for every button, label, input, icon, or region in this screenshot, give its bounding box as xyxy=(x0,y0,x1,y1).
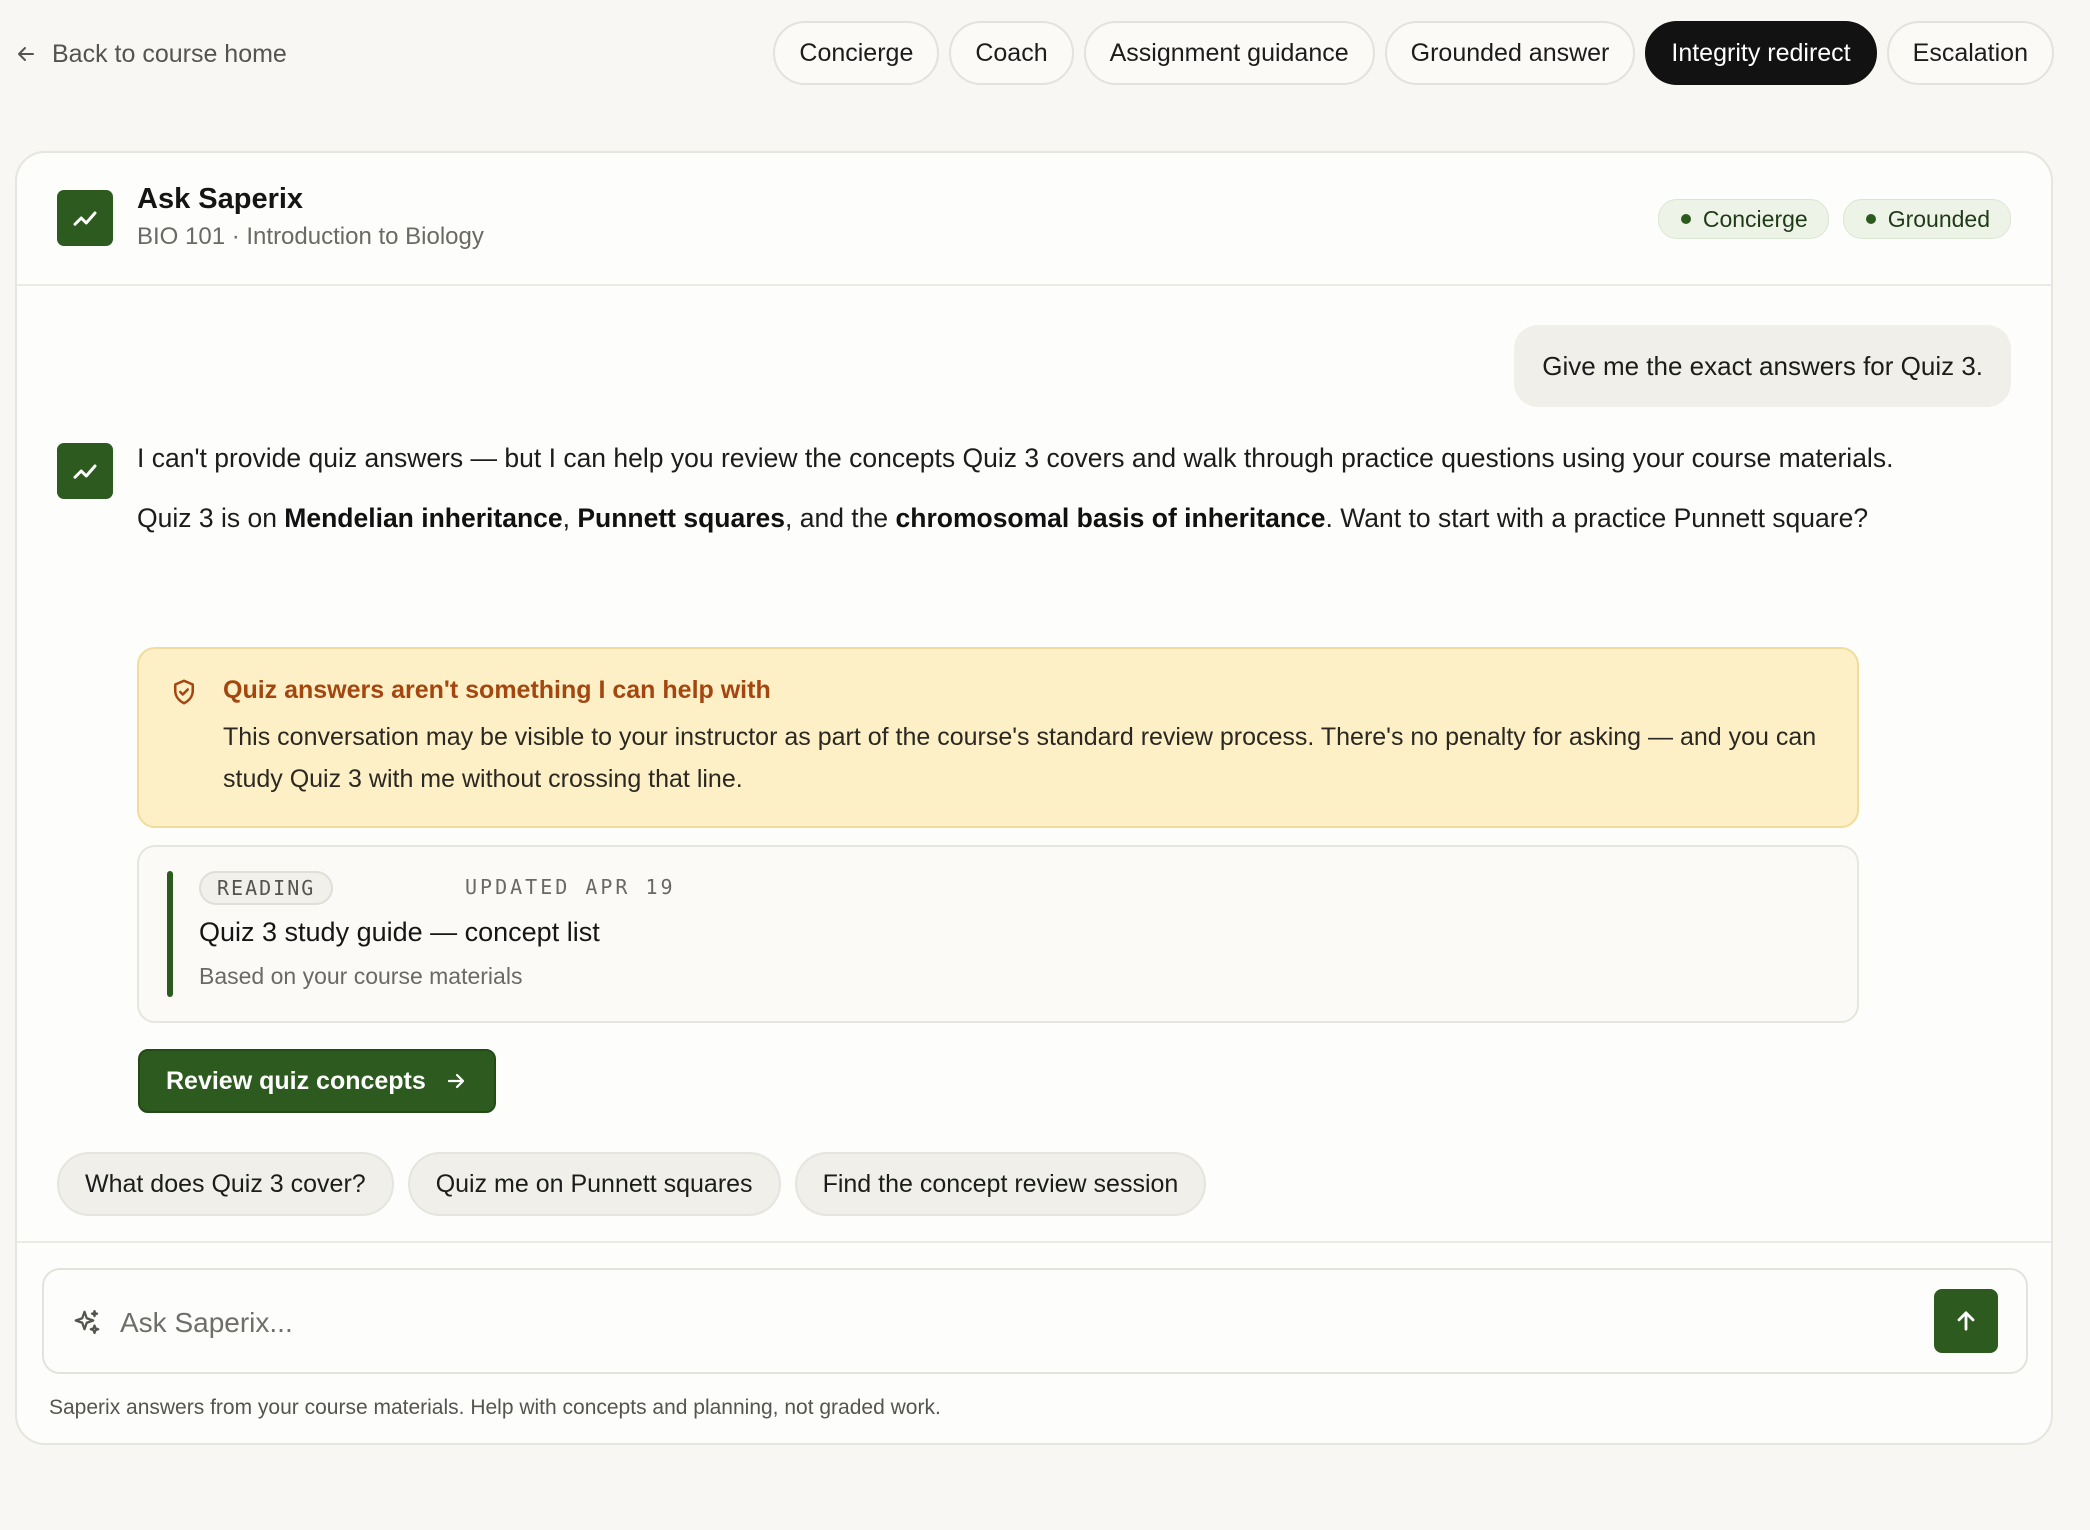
tab-escalation[interactable]: Escalation xyxy=(1886,21,2054,85)
topics-separator: , xyxy=(562,503,578,533)
status-badges: Concierge Grounded xyxy=(1657,199,2011,239)
review-quiz-concepts-button[interactable]: Review quiz concepts xyxy=(138,1049,496,1113)
arrow-up-icon xyxy=(1957,1311,1975,1331)
source-updated-date: UPDATED APR 19 xyxy=(465,875,676,899)
panel-title: Ask Saperix xyxy=(137,183,304,215)
tab-integrity-redirect[interactable]: Integrity redirect xyxy=(1645,21,1877,85)
assistant-avatar xyxy=(57,443,113,499)
tab-grounded-answer[interactable]: Grounded answer xyxy=(1384,21,1636,85)
assistant-paragraph-refusal: I can't provide quiz answers — but I can… xyxy=(137,443,1894,473)
composer-box xyxy=(42,1268,2028,1374)
topic-mendelian: Mendelian inheritance xyxy=(284,503,563,533)
suggestion-chip-quiz-cover[interactable]: What does Quiz 3 cover? xyxy=(57,1152,394,1216)
arrow-right-icon xyxy=(447,1073,464,1089)
status-dot xyxy=(1680,214,1691,224)
integrity-notice: Quiz answers aren't something I can help… xyxy=(137,647,1859,828)
panel-header: Ask Saperix BIO 101 · Introduction to Bi… xyxy=(17,153,2051,286)
composer-area: Saperix answers from your course materia… xyxy=(17,1241,2051,1443)
badge-label: Grounded xyxy=(1887,205,1990,232)
tab-assignment-guidance[interactable]: Assignment guidance xyxy=(1083,21,1375,85)
status-dot xyxy=(1865,214,1876,224)
app-logo xyxy=(57,190,113,246)
back-link-label: Back to course home xyxy=(52,39,287,68)
assistant-paragraph-topics: Quiz 3 is on Mendelian inheritance, Punn… xyxy=(137,496,1897,540)
topics-separator: , and the xyxy=(785,503,896,533)
topic-punnett: Punnett squares xyxy=(577,503,785,533)
top-bar: Back to course home Concierge Coach Assi… xyxy=(0,0,2090,108)
assistant-message: I can't provide quiz answers — but I can… xyxy=(137,436,1897,540)
assistant-panel: Ask Saperix BIO 101 · Introduction to Bi… xyxy=(15,151,2053,1445)
cta-label: Review quiz concepts xyxy=(166,1066,426,1095)
source-accent-bar xyxy=(167,871,173,997)
course-subtitle: BIO 101 · Introduction to Biology xyxy=(137,223,484,250)
suggestion-chip-review-session[interactable]: Find the concept review session xyxy=(794,1152,1207,1216)
status-badge-concierge: Concierge xyxy=(1657,199,1829,239)
status-badge-grounded: Grounded xyxy=(1842,199,2011,239)
trend-up-icon xyxy=(73,464,97,479)
ask-input[interactable] xyxy=(118,1294,1922,1352)
shield-check-icon xyxy=(174,679,194,705)
source-card[interactable]: READING UPDATED APR 19 Quiz 3 study guid… xyxy=(137,845,1859,1023)
trend-up-icon xyxy=(73,211,97,226)
arrow-left-icon xyxy=(18,47,34,61)
composer-disclaimer: Saperix answers from your course materia… xyxy=(49,1396,941,1419)
tab-coach[interactable]: Coach xyxy=(949,21,1074,85)
integrity-notice-body: This conversation may be visible to your… xyxy=(223,723,1817,793)
badge-label: Concierge xyxy=(1702,205,1808,232)
mode-tabs: Concierge Coach Assignment guidance Grou… xyxy=(773,21,2054,85)
topic-chromosomal: chromosomal basis of inheritance xyxy=(895,503,1326,533)
source-subtitle: Based on your course materials xyxy=(199,963,523,989)
integrity-notice-title: Quiz answers aren't something I can help… xyxy=(223,676,771,704)
source-type-tag: READING xyxy=(199,871,334,905)
source-title: Quiz 3 study guide — concept list xyxy=(199,917,600,947)
send-button[interactable] xyxy=(1934,1289,1998,1353)
suggestion-chip-punnett[interactable]: Quiz me on Punnett squares xyxy=(407,1152,781,1216)
suggestion-chips: What does Quiz 3 cover? Quiz me on Punne… xyxy=(57,1152,1207,1216)
sparkle-icon xyxy=(74,1310,100,1335)
topics-suffix: . Want to start with a practice Punnett … xyxy=(1325,503,1869,533)
user-message-bubble: Give me the exact answers for Quiz 3. xyxy=(1514,325,2011,407)
back-to-course-link[interactable]: Back to course home xyxy=(14,36,287,72)
tab-concierge[interactable]: Concierge xyxy=(773,21,940,85)
topics-prefix: Quiz 3 is on xyxy=(137,503,285,533)
